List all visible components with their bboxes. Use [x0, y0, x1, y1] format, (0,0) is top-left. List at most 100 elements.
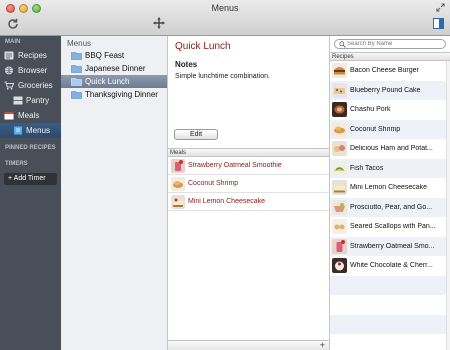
- cheesecake-thumbnail: [171, 195, 185, 209]
- menu-item-label: Thanksgiving Dinner: [85, 90, 158, 99]
- shrimp-thumbnail: [332, 121, 347, 137]
- detail-bottom-bar: +: [168, 340, 329, 350]
- sidebar-item-groceries[interactable]: Groceries: [0, 78, 61, 93]
- meal-row[interactable]: Coconut Shrimp: [168, 175, 329, 193]
- sidebar-item-menus[interactable]: Menus: [0, 123, 61, 138]
- folder-icon: [71, 52, 82, 60]
- recipe-label: Coconut Shrimp: [350, 125, 401, 133]
- search-input[interactable]: [347, 40, 443, 48]
- menus-list-panel: Menus BBQ Feast Japanese Dinner Quick Lu…: [61, 36, 168, 350]
- recipes-header: Recipes: [330, 52, 450, 61]
- app-window: Menus MAIN Recipes Browser Groceries Pan…: [0, 0, 450, 350]
- cart-icon: [4, 81, 14, 90]
- move-icon[interactable]: [153, 17, 165, 29]
- menu-title: Quick Lunch: [175, 41, 231, 52]
- recipe-row[interactable]: Coconut Shrimp: [330, 119, 450, 139]
- meal-row[interactable]: Strawberry Oatmeal Smoothie: [168, 157, 329, 175]
- menu-item-bbq-feast[interactable]: BBQ Feast: [61, 49, 167, 62]
- recipe-label: Bacon Cheese Burger: [350, 67, 419, 74]
- calendar-icon: [4, 112, 14, 120]
- smoothie-thumbnail: [171, 159, 185, 173]
- burger-thumbnail: [332, 63, 347, 78]
- menu-item-label: Japanese Dinner: [85, 64, 146, 73]
- meal-label: Coconut Shrimp: [188, 180, 239, 187]
- menu-item-japanese-dinner[interactable]: Japanese Dinner: [61, 62, 167, 75]
- sidebar-item-pantry[interactable]: Pantry: [0, 93, 61, 108]
- cheesecake-thumbnail: [332, 180, 347, 195]
- add-timer-button[interactable]: + Add Timer: [4, 173, 57, 185]
- recipe-label: Chashu Pork: [350, 106, 391, 113]
- folder-icon: [71, 78, 82, 86]
- sidebar-item-recipes[interactable]: Recipes: [0, 48, 61, 63]
- recipe-row[interactable]: Blueberry Pound Cake: [330, 80, 450, 100]
- notes-label: Notes: [175, 60, 198, 69]
- menu-item-label: BBQ Feast: [85, 51, 125, 60]
- shrimp-thumbnail: [171, 177, 185, 191]
- pork-thumbnail: [332, 102, 347, 117]
- sidebar-item-label: Menus: [26, 126, 51, 135]
- empty-row: [330, 314, 450, 334]
- sidebar-pinned-header: PINNED RECIPES: [5, 145, 56, 151]
- sidebar-item-label: Browser: [18, 66, 48, 75]
- menu-item-thanksgiving-dinner[interactable]: Thanksgiving Dinner: [61, 88, 167, 101]
- search-icon: [339, 41, 346, 48]
- toggle-panel-icon[interactable]: [433, 18, 444, 29]
- fish-tacos-thumbnail: [332, 160, 347, 176]
- recipe-label: Seared Scallops with Pan...: [350, 223, 436, 230]
- window-title: Menus: [211, 3, 239, 13]
- meal-label: Mini Lemon Cheesecake: [188, 198, 266, 205]
- recipes-panel: Recipes Bacon Cheese Burger Blueb: [330, 36, 450, 350]
- meal-row[interactable]: Mini Lemon Cheesecake: [168, 193, 329, 211]
- pound-cake-thumbnail: [332, 82, 347, 98]
- sidebar-item-browser[interactable]: Browser: [0, 63, 61, 78]
- recipe-label: Blueberry Pound Cake: [350, 86, 421, 94]
- recipe-label: Fish Tacos: [350, 164, 384, 172]
- ham-potato-thumbnail: [332, 141, 347, 156]
- recipe-row[interactable]: Prosciutto, Pear, and Go...: [330, 197, 450, 217]
- recipe-label: Prosciutto, Pear, and Go...: [350, 203, 433, 211]
- recipe-list: Bacon Cheese Burger Blueberry Pound Cake…: [330, 61, 450, 350]
- prosciutto-thumbnail: [332, 199, 347, 215]
- recipe-label: White Chocolate & Cherr...: [350, 262, 433, 269]
- empty-row: [330, 295, 450, 315]
- sidebar-item-label: Recipes: [18, 51, 47, 60]
- recipe-row[interactable]: Mini Lemon Cheesecake: [330, 178, 450, 198]
- sidebar-item-meals[interactable]: Meals: [0, 108, 61, 123]
- recipe-label: Delicious Ham and Potat...: [350, 145, 433, 152]
- refresh-icon[interactable]: [7, 18, 19, 30]
- white-chocolate-thumbnail: [332, 258, 347, 273]
- pantry-icon: [13, 96, 23, 105]
- recipe-row[interactable]: Seared Scallops with Pan...: [330, 217, 450, 237]
- recipe-row[interactable]: Delicious Ham and Potat...: [330, 139, 450, 159]
- menu-item-label: Quick Lunch: [85, 77, 130, 86]
- meal-label: Strawberry Oatmeal Smoothie: [188, 162, 282, 169]
- recipes-icon: [4, 51, 14, 60]
- add-meal-icon[interactable]: +: [320, 341, 325, 350]
- recipe-row[interactable]: Strawberry Oatmeal Smo...: [330, 236, 450, 256]
- meals-header: Meals: [168, 148, 329, 157]
- folder-icon: [71, 65, 82, 73]
- recipe-row[interactable]: White Chocolate & Cherr...: [330, 256, 450, 276]
- recipe-label: Mini Lemon Cheesecake: [350, 184, 428, 191]
- globe-icon: [5, 66, 13, 75]
- menu-item-quick-lunch[interactable]: Quick Lunch: [61, 75, 167, 88]
- menus-header: Menus: [67, 39, 92, 48]
- sidebar-timers-header: TIMERS: [5, 161, 28, 167]
- sidebar: MAIN Recipes Browser Groceries Pantry Me…: [0, 36, 61, 350]
- recipe-label: Strawberry Oatmeal Smo...: [350, 242, 435, 250]
- title-bar: Menus: [0, 0, 450, 36]
- recipe-row[interactable]: Chashu Pork: [330, 100, 450, 120]
- recipe-row[interactable]: Fish Tacos: [330, 158, 450, 178]
- menu-detail-panel: Quick Lunch Notes Simple lunchtime combi…: [168, 36, 330, 350]
- recipes-scrollbar[interactable]: [446, 61, 450, 350]
- sidebar-item-label: Groceries: [18, 81, 53, 90]
- meals-section: Meals Strawberry Oatmeal Smoothie Coconu…: [168, 148, 329, 211]
- edit-button[interactable]: Edit: [174, 129, 218, 140]
- folder-icon: [71, 91, 82, 99]
- sidebar-main-header: MAIN: [5, 39, 21, 45]
- scallops-thumbnail: [332, 219, 347, 234]
- fullscreen-icon[interactable]: [436, 3, 445, 12]
- recipe-row[interactable]: Bacon Cheese Burger: [330, 61, 450, 81]
- search-field[interactable]: [334, 39, 446, 49]
- smoothie-thumbnail: [332, 238, 347, 254]
